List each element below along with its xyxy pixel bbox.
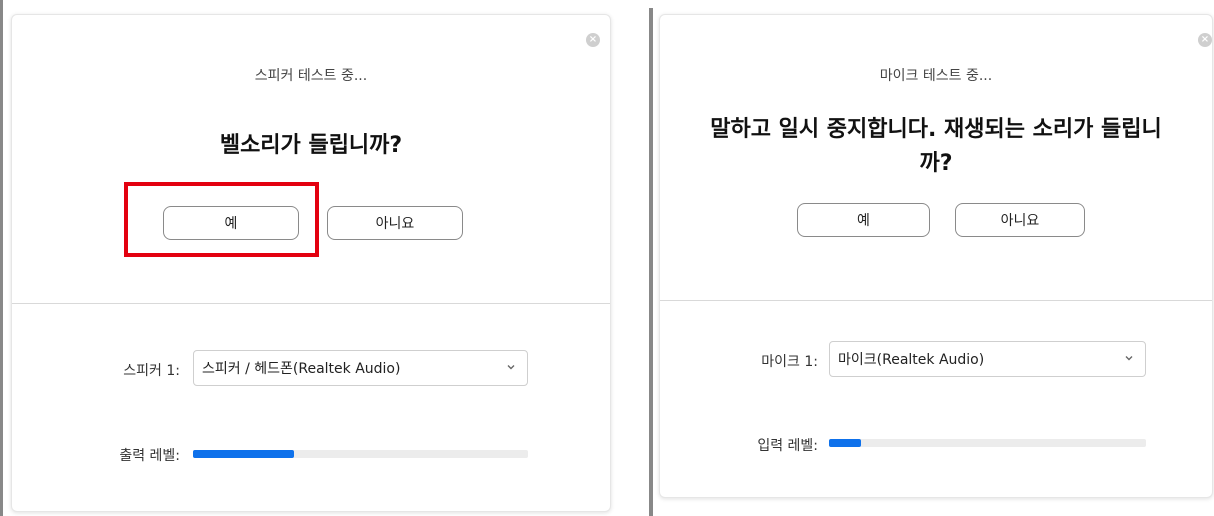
- mic-device-value: 마이크(Realtek Audio): [838, 352, 985, 368]
- window-edge-left: [0, 0, 3, 516]
- speaker-panel-divider: [12, 303, 610, 304]
- window-edge-middle: [649, 8, 653, 516]
- mic-yes-button[interactable]: 예: [797, 203, 930, 237]
- chevron-down-icon: [1125, 356, 1133, 361]
- mic-test-status: 마이크 테스트 중...: [879, 68, 993, 84]
- close-icon[interactable]: ×: [1198, 33, 1212, 47]
- speaker-device-label: 스피커 1:: [123, 363, 180, 379]
- chevron-down-icon: [507, 365, 515, 370]
- mic-panel-divider: [660, 300, 1212, 301]
- speaker-output-level-fill: [193, 450, 294, 458]
- speaker-device-value: 스피커 / 헤드폰(Realtek Audio): [202, 361, 401, 377]
- mic-input-level-meter: [829, 439, 1146, 447]
- mic-test-panel: × 마이크 테스트 중... 말하고 일시 중지합니다. 재생되는 소리가 들립…: [659, 14, 1213, 498]
- speaker-test-panel: × 스피커 테스트 중... 벨소리가 들립니까? 예 아니요 스피커 1: 스…: [11, 14, 611, 512]
- speaker-no-button[interactable]: 아니요: [327, 206, 463, 240]
- highlight-box: [124, 182, 319, 257]
- speaker-device-select[interactable]: 스피커 / 헤드폰(Realtek Audio): [193, 350, 528, 386]
- mic-test-question: 말하고 일시 중지합니다. 재생되는 소리가 들립니 까?: [660, 113, 1212, 181]
- mic-input-level-fill: [829, 439, 861, 447]
- mic-device-label: 마이크 1:: [761, 354, 818, 370]
- speaker-test-question: 벨소리가 들립니까?: [219, 133, 403, 158]
- speaker-level-label: 출력 레벨:: [119, 448, 180, 464]
- mic-level-label: 입력 레벨:: [757, 438, 818, 454]
- mic-test-question-line2: 까?: [919, 151, 953, 176]
- speaker-output-level-meter: [193, 450, 528, 458]
- mic-test-question-line1: 말하고 일시 중지합니다. 재생되는 소리가 들립니: [710, 117, 1162, 142]
- mic-no-button[interactable]: 아니요: [955, 203, 1085, 237]
- mic-device-select[interactable]: 마이크(Realtek Audio): [829, 341, 1146, 377]
- close-icon[interactable]: ×: [586, 33, 600, 47]
- speaker-test-status: 스피커 테스트 중...: [254, 68, 368, 84]
